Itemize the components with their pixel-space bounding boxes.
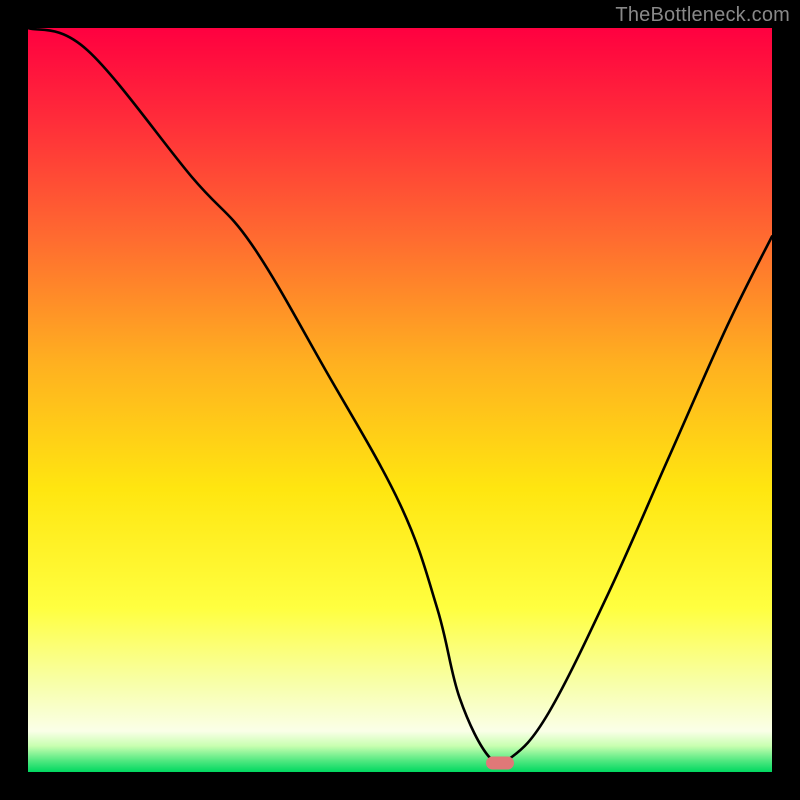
background-gradient [28,28,772,772]
watermark-text: TheBottleneck.com [615,4,790,27]
chart-plot-area [28,28,772,772]
optimal-marker [486,757,514,770]
chart-frame [28,28,772,772]
